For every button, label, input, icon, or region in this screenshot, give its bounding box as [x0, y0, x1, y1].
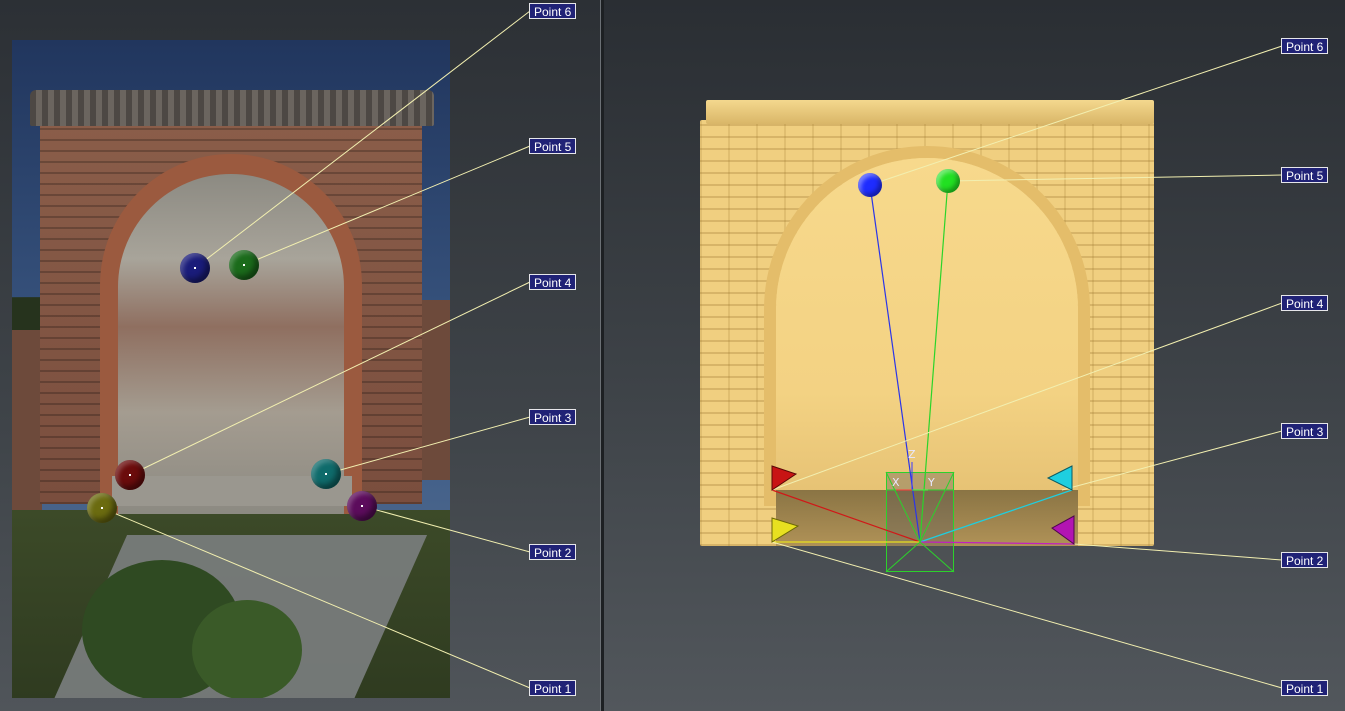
left-side-wall: [12, 330, 42, 510]
label-point-4[interactable]: Point 4: [529, 274, 577, 290]
marker-point-4[interactable]: [115, 460, 145, 490]
photo-viewport[interactable]: Point 6 Point 5 Point 4 Point 3 Point 2 …: [0, 0, 600, 711]
label-point-1[interactable]: Point 1: [1281, 680, 1329, 696]
leader-line-point-2: [1073, 543, 1283, 561]
label-point-6[interactable]: Point 6: [1281, 38, 1329, 54]
label-point-4[interactable]: Point 4: [1281, 295, 1329, 311]
photo-image: [12, 40, 450, 698]
marker-point-5[interactable]: [229, 250, 259, 280]
label-point-2[interactable]: Point 2: [529, 544, 577, 560]
label-point-2[interactable]: Point 2: [1281, 552, 1329, 568]
leader-line-point-1: [771, 541, 1283, 689]
label-point-5[interactable]: Point 5: [1281, 167, 1329, 183]
label-point-3[interactable]: Point 3: [1281, 423, 1329, 439]
marker-point-6[interactable]: [180, 253, 210, 283]
mesh-niche: [776, 158, 1078, 494]
axis-y-label: Y: [928, 476, 935, 489]
arch-niche: [118, 174, 344, 514]
wall-mesh-top: [706, 100, 1154, 124]
label-point-1[interactable]: Point 1: [529, 680, 577, 696]
label-point-5[interactable]: Point 5: [529, 138, 577, 154]
axis-x-label: X: [892, 476, 900, 489]
marker-point-2[interactable]: [347, 491, 377, 521]
right-side-wall: [422, 300, 450, 480]
label-point-6[interactable]: Point 6: [529, 3, 577, 19]
marker-point-3[interactable]: [311, 459, 341, 489]
tile-roof: [30, 90, 434, 126]
axis-z-label: Z: [908, 448, 916, 461]
marker-point-5[interactable]: [936, 169, 960, 193]
plant: [192, 600, 302, 698]
marker-point-6[interactable]: [858, 173, 882, 197]
label-point-3[interactable]: Point 3: [529, 409, 577, 425]
model-viewport[interactable]: Z X Y Point 6 Point 5 Point 4 Point 3 Po…: [604, 0, 1345, 711]
marker-point-1[interactable]: [87, 493, 117, 523]
